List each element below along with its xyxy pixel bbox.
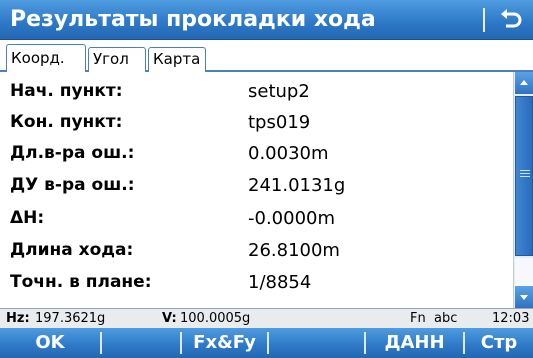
tab-map[interactable]: Карта [148, 47, 206, 72]
row-label: Кон. пункт: [10, 112, 123, 132]
results-list: Нач. пункт: setup2 Кон. пункт: tps019 Дл… [0, 72, 513, 308]
v-value: 100.0005g [180, 311, 251, 326]
tab-angle[interactable]: Угол [88, 47, 146, 72]
row-value: 1/8854 [248, 272, 312, 293]
row-label: ΔH: [10, 208, 45, 228]
fx-fy-button[interactable]: Fx&Fy [182, 328, 267, 358]
input-mode-indicator: abc [434, 311, 458, 326]
fn-indicator: Fn [410, 311, 426, 326]
row-value: 26.8100m [248, 240, 340, 261]
row-label: ДУ в-ра ош.: [10, 175, 135, 195]
row-value: 241.0131g [248, 175, 346, 196]
hz-label: Hz: [6, 311, 30, 326]
scroll-up-button[interactable] [515, 72, 533, 94]
row-label: Точн. в плане: [10, 272, 152, 292]
softkey-4-button[interactable] [269, 328, 364, 358]
clock: 12:03 [492, 311, 530, 326]
title-separator [483, 8, 485, 32]
scroll-thumb[interactable] [515, 96, 533, 256]
result-row: Кон. пункт: tps019 [0, 107, 513, 138]
ok-button[interactable]: OK [0, 328, 100, 358]
v-label: V: [162, 311, 177, 326]
row-value: -0.0000m [248, 208, 336, 229]
thumb-grip-line [520, 170, 530, 171]
result-row: ΔH: -0.0000m [0, 203, 513, 234]
row-value: 0.0030m [248, 143, 329, 164]
scroll-track[interactable] [515, 258, 533, 286]
row-value: tps019 [248, 112, 311, 133]
window-title: Результаты прокладки хода [10, 7, 376, 32]
thumb-grip-line [520, 176, 530, 177]
result-row: ДУ в-ра ош.: 241.0131g [0, 170, 513, 201]
result-row: Точн. в плане: 1/8854 [0, 267, 513, 298]
softkey-2-button[interactable] [102, 328, 180, 358]
hz-value: 197.3621g [35, 311, 106, 326]
result-row: Длина хода: 26.8100m [0, 235, 513, 266]
scroll-down-button[interactable] [515, 286, 533, 308]
arrow-down-icon [520, 295, 528, 300]
data-button[interactable]: ДАНН [366, 328, 463, 358]
back-arrow-icon [501, 9, 522, 28]
status-bar: Hz: 197.3621g V: 100.0005g Fn abc 12:03 [0, 308, 533, 328]
row-label: Длина хода: [10, 240, 134, 260]
page-button[interactable]: Стр [465, 328, 533, 358]
tab-coordinates[interactable]: Коорд. [6, 44, 86, 72]
title-bar: Результаты прокладки хода [0, 0, 533, 40]
softkey-bar: OK Fx&Fy ДАНН Стр [0, 328, 533, 358]
result-row: Нач. пункт: setup2 [0, 76, 513, 107]
row-value: setup2 [248, 81, 310, 102]
back-button[interactable] [494, 5, 528, 35]
result-row: Дл.в-ра ош.: 0.0030m [0, 138, 513, 169]
vertical-scrollbar[interactable] [513, 72, 533, 308]
tab-bar: Коорд. Угол Карта [0, 40, 533, 72]
row-label: Дл.в-ра ош.: [10, 143, 135, 163]
row-label: Нач. пункт: [10, 81, 123, 101]
thumb-grip-line [520, 173, 530, 174]
arrow-up-icon [520, 80, 528, 85]
